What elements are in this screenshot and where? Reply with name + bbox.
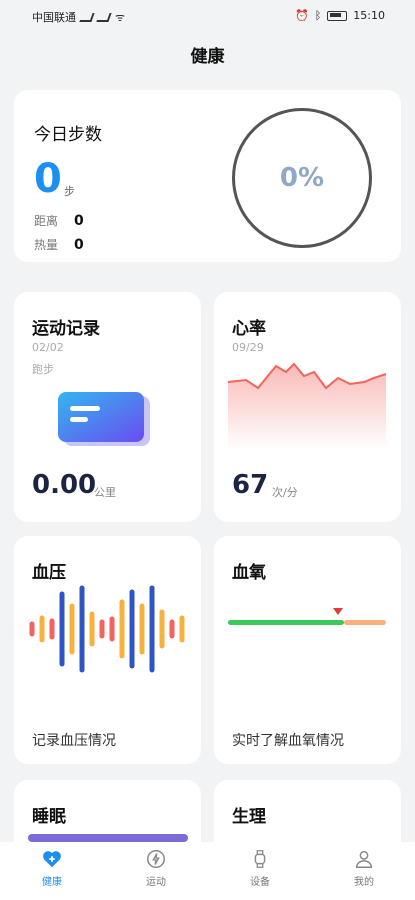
alarm-icon: ⏰	[294, 9, 309, 22]
carrier-label: 中国联通	[32, 11, 76, 24]
heart-rate-date: 09/29	[232, 341, 264, 354]
person-icon	[355, 850, 373, 868]
steps-label: 今日步数	[34, 125, 102, 145]
page-title: 健康	[190, 47, 225, 67]
signal-icon	[79, 12, 95, 22]
steps-value: 0	[34, 156, 62, 202]
blood-pressure-wave-icon	[29, 585, 185, 673]
blood-pressure-title: 血压	[32, 563, 66, 583]
heart-rate-card[interactable]: 心率 09/29 67 次/分	[214, 292, 401, 522]
heart-rate-title: 心率	[232, 319, 266, 339]
tab-sport[interactable]: 运动	[126, 848, 186, 888]
exercise-title: 运动记录	[32, 319, 100, 339]
blood-oxygen-title: 血氧	[232, 563, 266, 583]
sleep-title: 睡眠	[32, 807, 66, 827]
period-title: 生理	[232, 807, 266, 827]
status-bar: 中国联通 ᯤ ⏰ ᛒ 15:10	[0, 0, 415, 32]
blood-oxygen-bar	[228, 608, 386, 625]
blood-oxygen-desc: 实时了解血氧情况	[232, 733, 344, 749]
bottom-tab-bar: 健康 运动 设备 我的	[0, 842, 415, 900]
tab-me-label: 我的	[354, 877, 374, 888]
lightning-icon	[147, 850, 165, 868]
battery-icon	[327, 10, 348, 21]
tab-me[interactable]: 我的	[334, 848, 394, 888]
tab-health-label: 健康	[42, 877, 62, 888]
exercise-unit: 公里	[94, 486, 116, 499]
calories-row: 热量 0	[34, 236, 84, 253]
exercise-distance: 0.00	[32, 470, 97, 500]
heart-icon	[43, 851, 61, 868]
clock-label: 15:10	[353, 9, 385, 22]
steps-progress-ring: 0%	[232, 108, 372, 248]
wifi-icon: ᯤ	[115, 10, 126, 24]
exercise-type: 跑步	[32, 363, 54, 376]
blood-pressure-card[interactable]: 血压 记录血压情况	[14, 536, 201, 764]
heart-rate-unit: 次/分	[272, 486, 298, 499]
signal-icon-2	[96, 12, 112, 22]
blood-pressure-desc: 记录血压情况	[32, 733, 116, 749]
distance-row: 距离 0	[34, 212, 84, 229]
exercise-card[interactable]: 运动记录 02/02 跑步 0.00 公里	[14, 292, 201, 522]
bluetooth-icon: ᛒ	[314, 9, 322, 22]
tab-device[interactable]: 设备	[230, 848, 290, 888]
tab-health[interactable]: 健康	[22, 848, 82, 888]
tab-device-label: 设备	[250, 877, 270, 888]
steps-percent: 0%	[279, 163, 325, 193]
calories-label: 热量	[34, 238, 59, 252]
card-illustration-icon	[58, 392, 150, 446]
watch-icon	[254, 850, 266, 868]
tab-sport-label: 运动	[146, 877, 166, 888]
blood-oxygen-card[interactable]: 血氧 实时了解血氧情况	[214, 536, 401, 764]
exercise-date: 02/02	[32, 341, 64, 354]
steps-card[interactable]: 今日步数 0 步 距离 0 热量 0 0%	[14, 90, 401, 262]
steps-unit: 步	[64, 185, 75, 198]
heart-rate-value: 67	[232, 470, 269, 500]
calories-value: 0	[74, 237, 84, 253]
distance-label: 距离	[34, 214, 59, 228]
sleep-bar	[28, 834, 188, 842]
heart-rate-graph	[228, 362, 387, 450]
distance-value: 0	[74, 213, 84, 229]
